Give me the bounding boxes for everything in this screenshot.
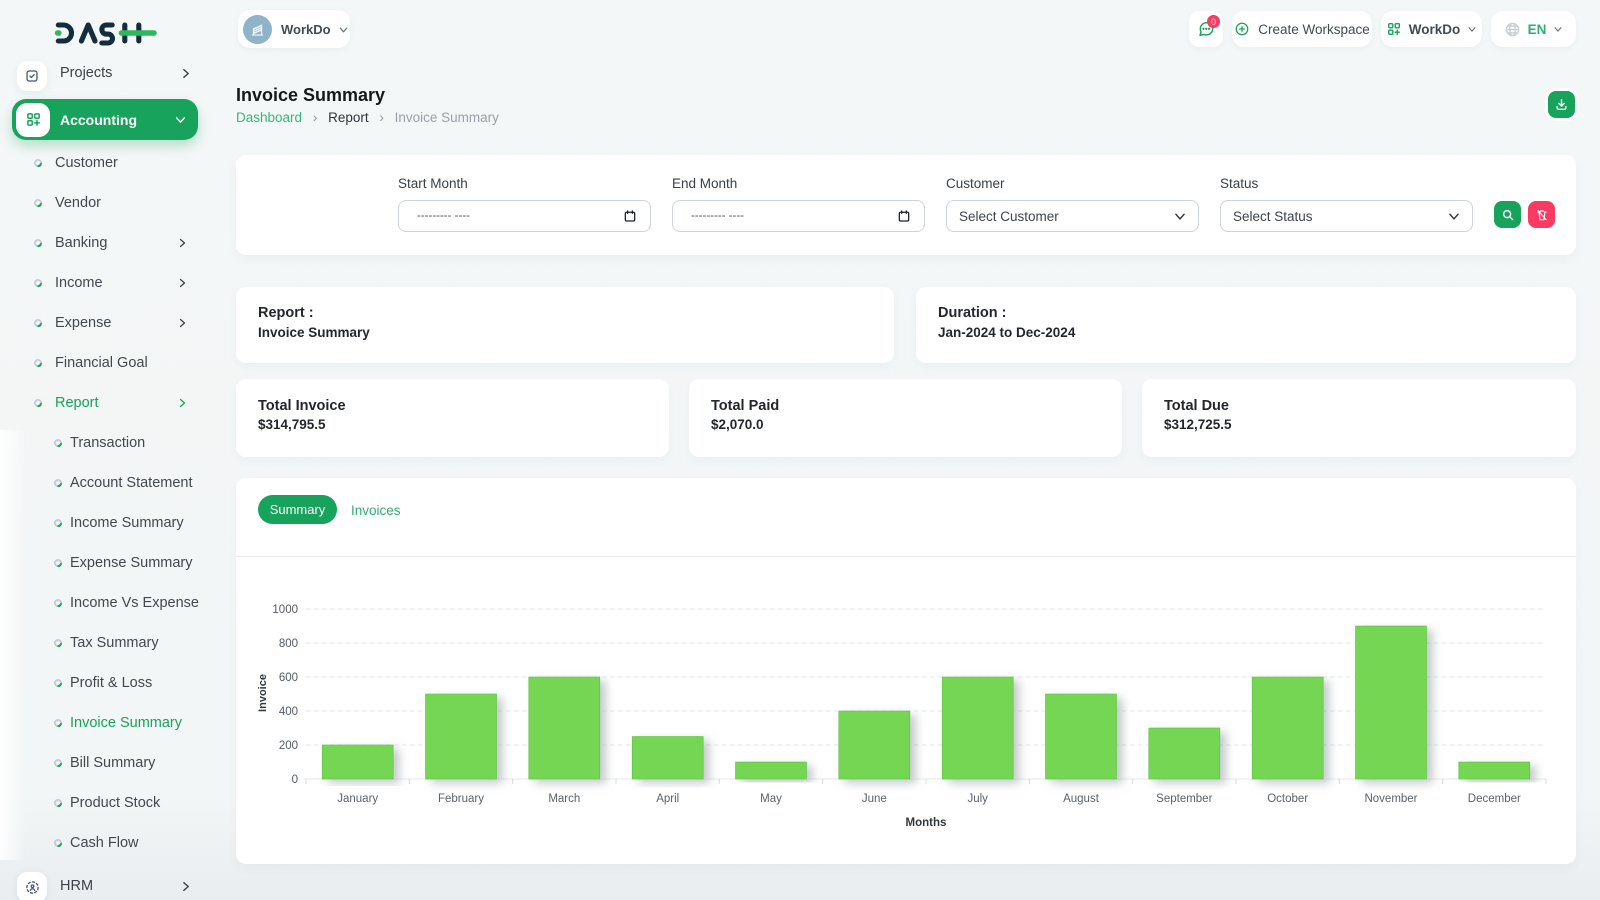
- svg-text:0: 0: [292, 774, 298, 786]
- svg-text:September: September: [1156, 793, 1212, 805]
- svg-text:June: June: [862, 793, 887, 805]
- svg-text:February: February: [438, 793, 484, 805]
- svg-text:200: 200: [279, 740, 298, 752]
- svg-text:May: May: [760, 793, 782, 805]
- svg-text:April: April: [656, 793, 679, 805]
- svg-text:400: 400: [279, 706, 298, 718]
- svg-text:Months: Months: [906, 817, 947, 829]
- svg-text:600: 600: [279, 672, 298, 684]
- svg-text:1000: 1000: [272, 604, 298, 616]
- svg-text:October: October: [1267, 793, 1308, 805]
- svg-text:July: July: [967, 793, 988, 805]
- svg-text:January: January: [337, 793, 378, 805]
- svg-text:800: 800: [279, 638, 298, 650]
- svg-text:Invoice: Invoice: [257, 674, 269, 712]
- svg-text:March: March: [548, 793, 580, 805]
- svg-text:August: August: [1063, 793, 1100, 805]
- svg-text:November: November: [1364, 793, 1417, 805]
- svg-text:December: December: [1468, 793, 1521, 805]
